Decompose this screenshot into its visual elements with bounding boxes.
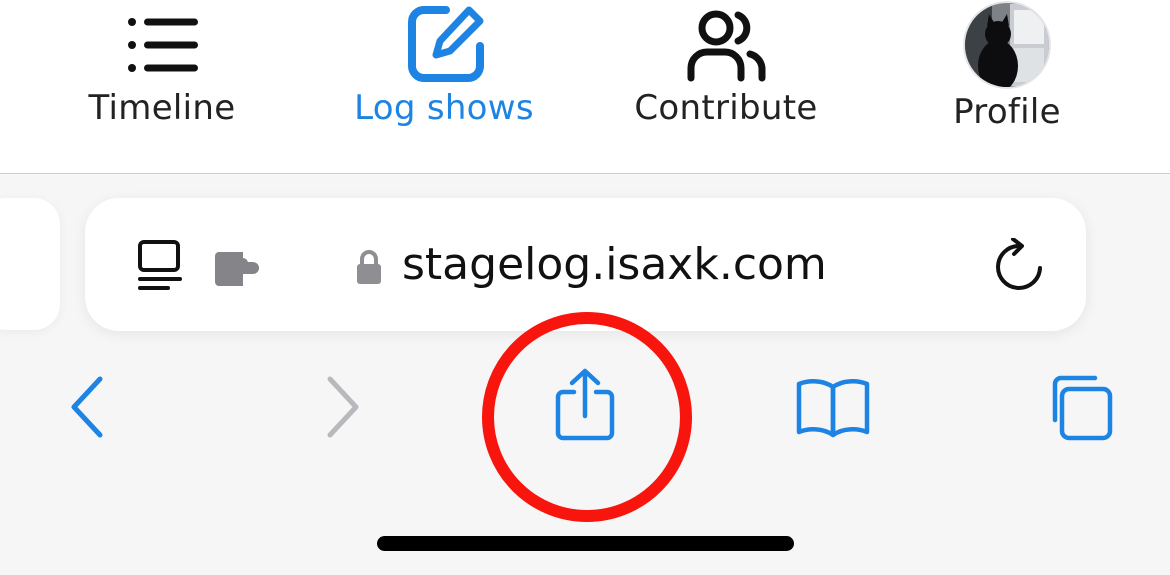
- extension-puzzle-icon[interactable]: [213, 250, 265, 290]
- home-indicator: [377, 536, 794, 551]
- tab-contribute-label: Contribute: [634, 88, 818, 128]
- share-highlight-ring: [482, 312, 692, 522]
- tab-profile-label: Profile: [953, 92, 1061, 132]
- url-text[interactable]: stagelog.isaxk.com: [402, 198, 827, 331]
- bookmarks-book-icon[interactable]: [795, 377, 871, 439]
- back-chevron-icon[interactable]: [68, 375, 108, 439]
- profile-avatar: [877, 0, 1137, 90]
- log-shows-edit-icon: [314, 0, 574, 90]
- tab-log-shows-label: Log shows: [354, 88, 534, 128]
- contribute-people-icon: [596, 0, 856, 90]
- previous-tab-card[interactable]: [0, 198, 60, 330]
- tab-timeline-label: Timeline: [88, 88, 236, 128]
- tabs-overview-icon[interactable]: [1045, 374, 1115, 444]
- forward-chevron-icon[interactable]: [322, 375, 362, 439]
- tab-log-shows[interactable]: Log shows: [314, 0, 574, 173]
- page-format-icon[interactable]: [135, 238, 185, 294]
- timeline-list-icon: [32, 0, 292, 90]
- browser-bottom-area: stagelog.isaxk.com: [0, 174, 1170, 575]
- lock-icon: [357, 250, 381, 284]
- tab-contribute[interactable]: Contribute: [596, 0, 856, 173]
- tab-profile[interactable]: Profile: [877, 0, 1137, 173]
- app-tab-bar: Timeline Log shows Contribute Profile: [0, 0, 1170, 174]
- tab-timeline[interactable]: Timeline: [32, 0, 292, 173]
- reload-icon[interactable]: [995, 238, 1045, 292]
